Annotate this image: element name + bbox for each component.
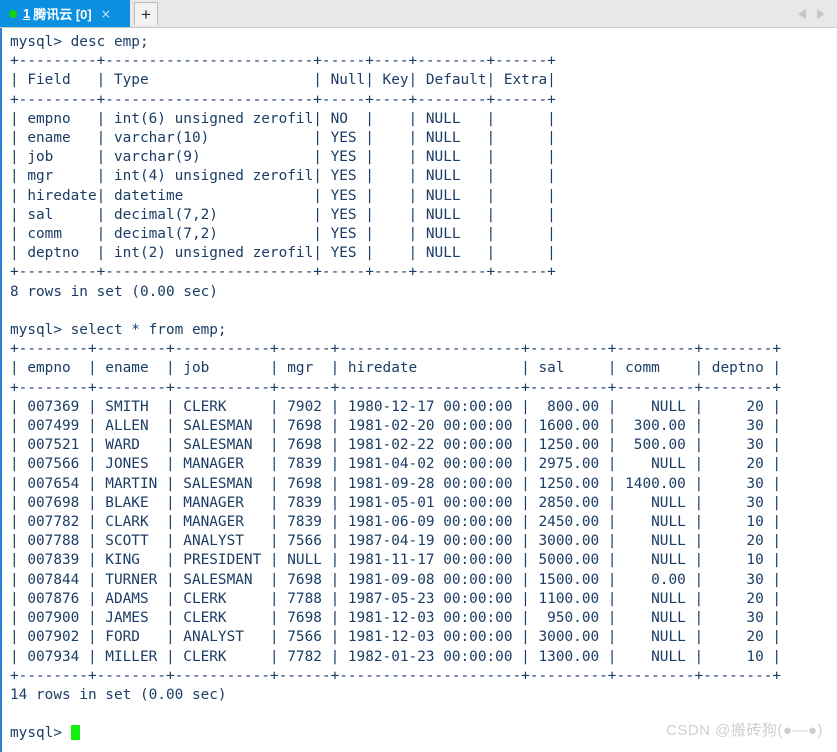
close-icon[interactable]: × [101,8,111,20]
new-tab-button[interactable]: + [134,2,158,25]
terminal-output: mysql> desc emp; +---------+------------… [10,34,782,742]
chevron-right-icon[interactable] [816,8,826,20]
tab-title-label: 腾讯云 [0] [33,7,92,22]
tab-bar-spacer [158,0,797,27]
tab-navigation [797,0,837,27]
terminal-panel[interactable]: mysql> desc emp; +---------+------------… [0,28,837,752]
chevron-left-icon[interactable] [797,8,807,20]
tab-bar: 1 腾讯云 [0] × + [0,0,837,28]
watermark: CSDN @搬砖狗(●—●) [665,722,823,739]
connection-status-dot [9,9,17,18]
tab-index-label: 1 [23,6,31,21]
tab-tencent-cloud[interactable]: 1 腾讯云 [0] × [0,0,130,27]
terminal-cursor [70,725,80,741]
